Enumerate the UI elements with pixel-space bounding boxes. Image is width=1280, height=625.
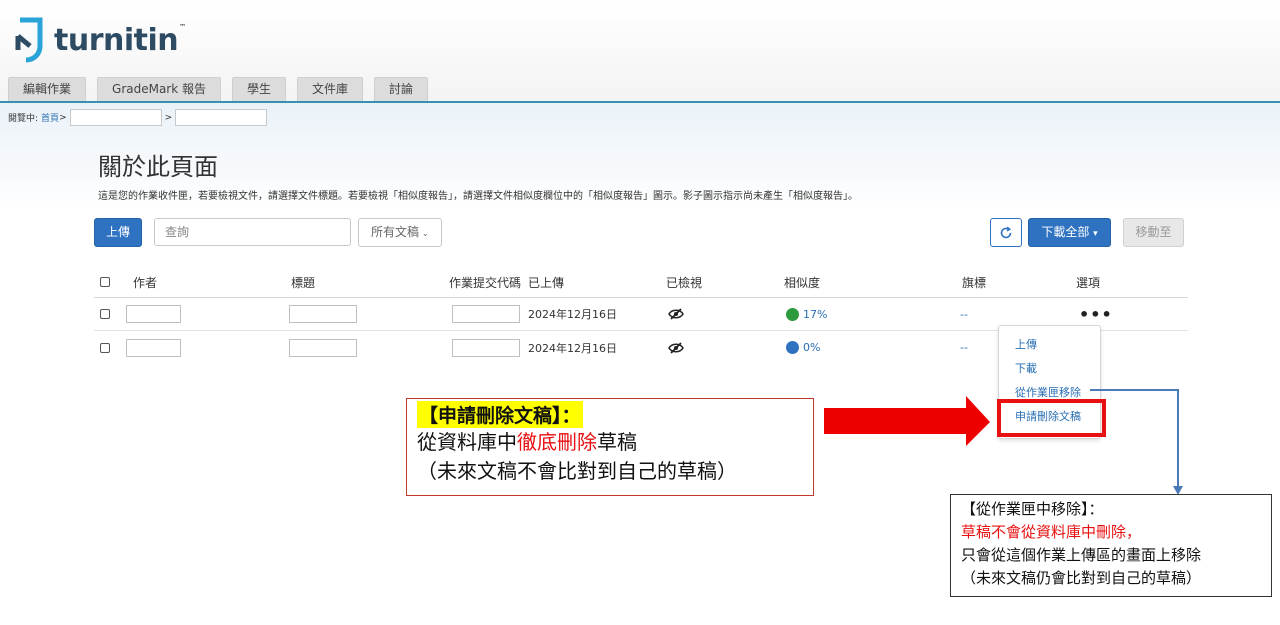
eye-slash-icon [668, 341, 684, 354]
breadcrumb-separator: > [164, 112, 173, 123]
uploaded-date: 2024年12月16日 [528, 308, 617, 321]
similarity-score: 17% [803, 307, 828, 321]
author-field[interactable] [126, 338, 181, 357]
col-viewed[interactable]: 已檢視 [666, 267, 702, 297]
tab-students[interactable]: 學生 [232, 77, 287, 101]
turnitin-logo-icon [15, 17, 43, 63]
tab-discussion[interactable]: 討論 [374, 77, 429, 101]
upload-button[interactable]: 上傳 [94, 218, 142, 247]
title-link-field[interactable] [289, 305, 357, 323]
similarity-score: 0% [803, 341, 821, 354]
select-all-checkbox[interactable] [100, 277, 110, 287]
col-flag[interactable]: 旗標 [962, 267, 986, 297]
eye-slash-icon [668, 308, 684, 320]
download-all-button[interactable]: 下載全部 ▾ [1028, 218, 1111, 247]
flag-value: -- [960, 307, 968, 321]
col-uploaded[interactable]: 已上傳 [528, 267, 564, 297]
menu-item-remove-from-inbox[interactable]: 從作業匣移除 [1015, 384, 1081, 400]
submission-id-field [452, 338, 520, 357]
flag-value: -- [960, 341, 968, 354]
page-description: 這是您的作業收件匣，若要檢視文件，請選擇文件標題。若要檢視「相似度報告」，請選擇… [98, 191, 858, 202]
breadcrumb-separator: > [59, 112, 67, 123]
breadcrumb-class-field[interactable] [69, 109, 162, 126]
table-header: 作者 標題 作業提交代碼 已上傳 已檢視 相似度 旗標 選項 [94, 267, 1188, 298]
tab-edit-assignment[interactable]: 編輯作業 [8, 77, 87, 101]
row-checkbox[interactable] [100, 342, 110, 353]
col-submission-id[interactable]: 作業提交代碼 [449, 267, 521, 297]
tab-grademark-report[interactable]: GradeMark 報告 [97, 77, 222, 101]
annotation-left-line2: （未來文稿不會比對到自己的草稿） [417, 459, 737, 483]
annotation-highlight-box [997, 399, 1106, 437]
caret-down-icon: ▾ [1093, 229, 1098, 239]
tab-library[interactable]: 文件庫 [297, 77, 364, 101]
author-field[interactable] [126, 305, 181, 323]
menu-item-upload[interactable]: 上傳 [1015, 336, 1037, 352]
title-link-field[interactable] [289, 338, 357, 357]
col-title[interactable]: 標題 [291, 267, 315, 297]
filter-dropdown[interactable]: 所有文稿 ⌄ [358, 218, 442, 247]
uploaded-date: 2024年12月16日 [528, 341, 617, 355]
annotation-right-line3: （未來文稿仍會比對到自己的草稿） [961, 569, 1202, 587]
row-checkbox[interactable] [100, 309, 110, 319]
annotation-request-deletion: 【申請刪除文稿】： 從資料庫中徹底刪除草稿 （未來文稿不會比對到自己的草稿） [406, 398, 814, 496]
annotation-right-line1: 草稿不會從資料庫中刪除， [961, 523, 1142, 541]
similarity-dot [786, 341, 799, 354]
breadcrumb: 閱覽中: 首頁 > > [8, 109, 270, 126]
refresh-icon [1000, 226, 1012, 238]
header: turnitin™ 編輯作業 GradeMark 報告 學生 文件庫 討論 [0, 0, 1280, 103]
page-title: 關於此頁面 [98, 153, 218, 181]
move-to-button[interactable]: 移動至 [1123, 218, 1184, 247]
submission-id-field [452, 305, 520, 323]
col-author[interactable]: 作者 [133, 267, 157, 297]
similarity-report-link[interactable]: 17% [786, 298, 827, 330]
col-similarity[interactable]: 相似度 [784, 267, 820, 297]
assignment-tabs: 編輯作業 GradeMark 報告 學生 文件庫 討論 [8, 77, 429, 101]
download-all-label: 下載全部 [1041, 225, 1090, 239]
breadcrumb-home-link[interactable]: 首頁 [41, 111, 59, 124]
chevron-down-icon: ⌄ [422, 229, 429, 238]
annotation-left-title: 【申請刪除文稿】： [417, 401, 583, 428]
similarity-report-link[interactable]: 0% [786, 331, 820, 364]
turnitin-assignment-inbox: turnitin™ 編輯作業 GradeMark 報告 學生 文件庫 討論 閱覽… [0, 0, 1280, 625]
filter-label: 所有文稿 [371, 225, 420, 239]
menu-item-download[interactable]: 下載 [1015, 360, 1037, 376]
breadcrumb-assignment-field[interactable] [175, 109, 268, 126]
col-options: 選項 [1076, 275, 1101, 290]
refresh-button[interactable] [990, 218, 1022, 247]
similarity-dot [786, 307, 799, 321]
annotation-right-title: 【從作業匣中移除】： [961, 500, 1104, 518]
breadcrumb-prefix: 閱覽中: [8, 114, 39, 124]
annotation-right-line2: 只會從這個作業上傳區的畫面上移除 [961, 546, 1202, 564]
turnitin-logo[interactable]: turnitin™ [14, 14, 186, 66]
search-input[interactable] [154, 218, 351, 246]
annotation-remove-from-inbox: 【從作業匣中移除】： 草稿不會從資料庫中刪除， 只會從這個作業上傳區的畫面上移除… [950, 494, 1272, 597]
logo-text: turnitin™ [54, 22, 186, 58]
annotation-left-line1: 從資料庫中徹底刪除草稿 [417, 430, 637, 454]
